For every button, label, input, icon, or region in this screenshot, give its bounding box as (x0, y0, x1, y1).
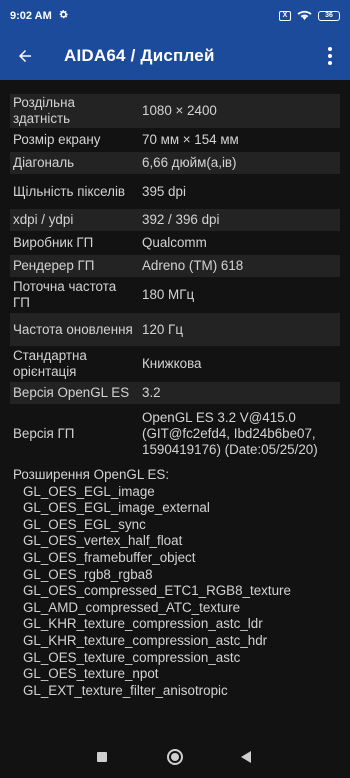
property-value: 3.2 (136, 381, 340, 405)
status-icons: X 36 (279, 9, 340, 23)
page-title: AIDA64 / Дисплей (64, 46, 215, 65)
extension-item: GL_OES_vertex_half_float (23, 533, 183, 549)
extensions-list: GL_OES_EGL_image GL_OES_EGL_image_externa… (10, 484, 340, 700)
property-value: 70 мм × 154 мм (136, 128, 340, 152)
extension-item: GL_OES_texture_compression_astc (23, 649, 241, 665)
property-label: Поточна частота ГП (10, 277, 136, 313)
navigation-bar (0, 734, 350, 778)
extension-item: GL_OES_texture_npot (23, 666, 159, 682)
property-row: Поточна частота ГП 180 МГц (10, 277, 340, 313)
app-bar: AIDA64 / Дисплей (0, 32, 350, 80)
property-row: Частота оновлення 120 Гц (10, 312, 340, 347)
status-time: 9:02 AM (10, 10, 52, 22)
property-label: Стандартна орієнтація (10, 346, 136, 382)
property-value: Qualcomm (136, 231, 340, 255)
property-label: Рендерер ГП (10, 254, 136, 278)
property-value: Adreno (TM) 618 (136, 254, 340, 278)
property-value: Книжкова (136, 346, 340, 382)
property-value: 120 Гц (136, 312, 340, 347)
extensions-title: Розширення OpenGL ES: (13, 467, 170, 482)
property-value: 180 МГц (136, 277, 340, 313)
property-row: Щільність пікселів 395 dpi (10, 174, 340, 209)
extension-item: GL_OES_compressed_ETC1_RGB8_texture (23, 583, 291, 599)
property-row: Роздільна здатність 1080 × 2400 (10, 94, 340, 129)
property-value: 6,66 дюйм(а,ів) (136, 151, 340, 175)
property-row: Версія ГП OpenGL ES 3.2 V@415.0 (GIT@fc2e… (10, 404, 340, 463)
more-options-button[interactable] (310, 32, 350, 80)
property-value: OpenGL ES 3.2 V@415.0 (GIT@fc2efd4, Ibd2… (136, 404, 340, 463)
extensions-section: Розширення OpenGL ES: GL_OES_EGL_image GL… (10, 467, 340, 699)
extension-item: GL_EXT_texture_filter_anisotropic (23, 682, 228, 698)
property-label: Розмір екрану (10, 128, 136, 152)
status-bar: 9:02 AM X 36 (0, 0, 350, 32)
property-label: Роздільна здатність (10, 94, 136, 129)
extension-item: GL_AMD_compressed_ATC_texture (23, 599, 241, 615)
wifi-icon (297, 9, 312, 23)
property-value: 392 / 396 dpi (136, 208, 340, 232)
home-button[interactable] (167, 749, 183, 765)
property-value: 1080 × 2400 (136, 94, 340, 129)
arrow-left-icon (19, 50, 31, 62)
property-row: xdpi / ydpi 392 / 396 dpi (10, 208, 340, 232)
recents-button[interactable] (97, 752, 107, 762)
xbox-icon: X (279, 11, 291, 21)
system-back-button[interactable] (241, 751, 251, 763)
battery-icon: 36 (318, 11, 340, 21)
extension-item: GL_OES_EGL_image_external (23, 500, 210, 516)
property-label: Частота оновлення (10, 312, 136, 347)
extension-item: GL_KHR_texture_compression_astc_hdr (23, 632, 268, 648)
property-label: xdpi / ydpi (10, 208, 136, 232)
property-label: Версія ГП (10, 404, 136, 463)
property-row: Розмір екрану 70 мм × 154 мм (10, 128, 340, 152)
extension-item: GL_KHR_texture_compression_astc_ldr (23, 616, 263, 632)
extension-item: GL_OES_EGL_sync (23, 516, 146, 532)
property-row: Виробник ГП Qualcomm (10, 231, 340, 255)
property-value: 395 dpi (136, 174, 340, 209)
property-label: Виробник ГП (10, 231, 136, 255)
property-label: Щільність пікселів (10, 174, 136, 209)
properties-table: Роздільна здатність 1080 × 2400 Розмір екр… (10, 94, 340, 463)
extension-item: GL_OES_framebuffer_object (23, 549, 196, 565)
extension-item: GL_OES_EGL_image (23, 483, 155, 499)
extension-item: GL_OES_rgb8_rgba8 (23, 566, 153, 582)
content-scroll[interactable]: Роздільна здатність 1080 × 2400 Розмір екр… (10, 94, 340, 722)
more-vertical-icon (328, 47, 332, 65)
property-row: Діагональ 6,66 дюйм(а,ів) (10, 151, 340, 175)
property-label: Діагональ (10, 151, 136, 175)
property-row: Стандартна орієнтація Книжкова (10, 346, 340, 382)
gear-icon (58, 9, 69, 23)
property-row: Рендерер ГП Adreno (TM) 618 (10, 254, 340, 278)
property-label: Версія OpenGL ES (10, 381, 136, 405)
back-button[interactable] (0, 32, 50, 80)
property-row: Версія OpenGL ES 3.2 (10, 381, 340, 405)
